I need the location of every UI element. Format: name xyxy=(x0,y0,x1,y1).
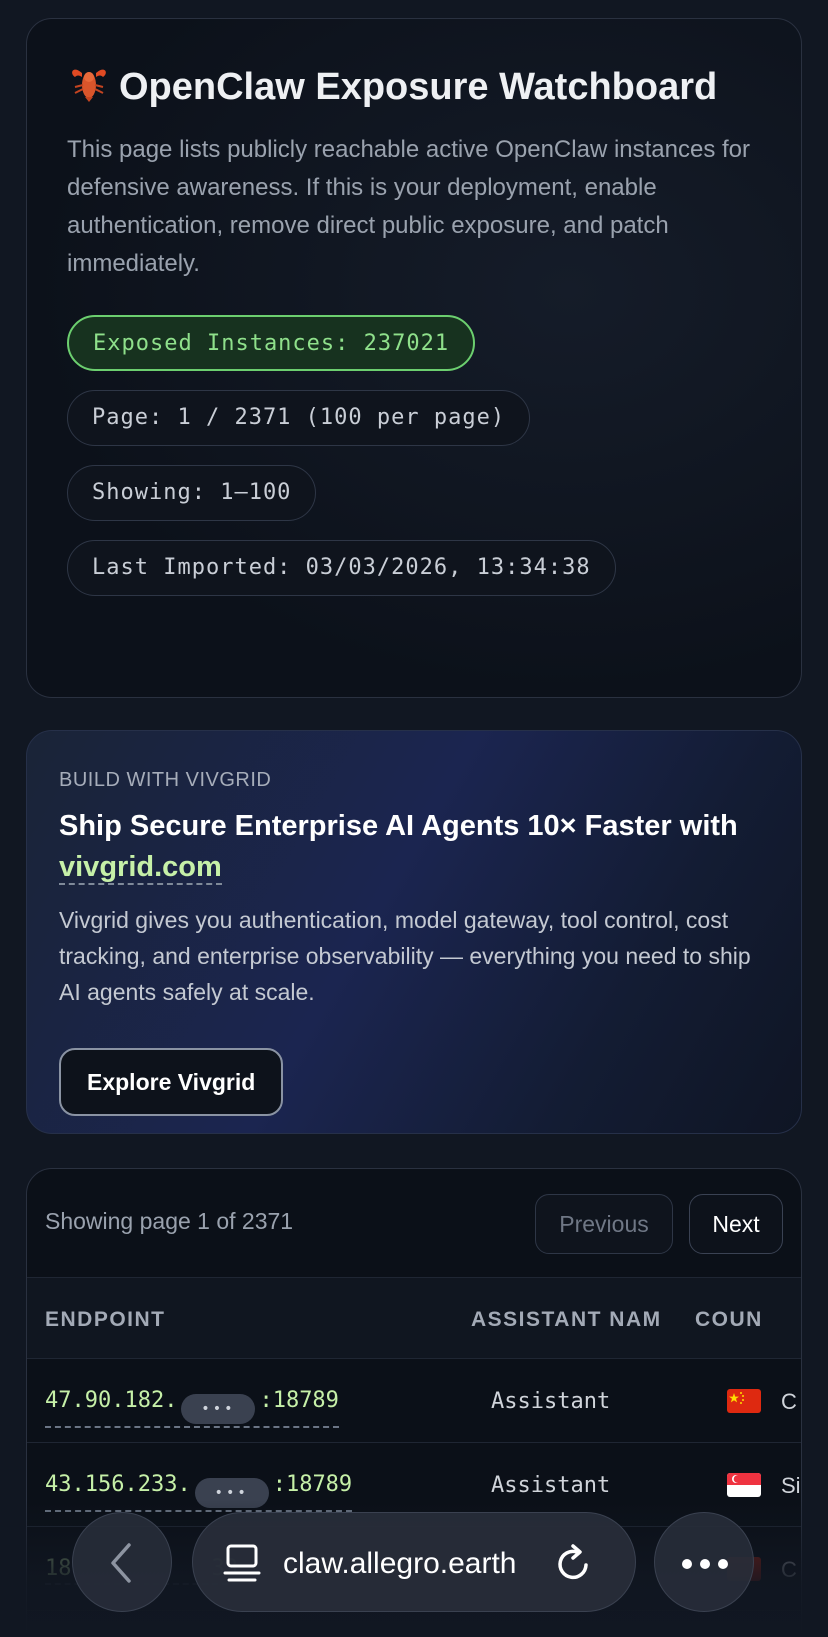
table-row: 47.90.182. •••:18789 Assistant C xyxy=(27,1359,801,1443)
assistant-name: Assistant xyxy=(491,1389,611,1414)
tabs-icon[interactable] xyxy=(223,1543,261,1588)
singapore-flag-icon xyxy=(727,1473,761,1497)
page-info-badge: Page: 1 / 2371 (100 per page) xyxy=(67,390,531,446)
table-showing-text: Showing page 1 of 2371 xyxy=(45,1208,294,1234)
page-title: OpenClaw Exposure Watchboard xyxy=(67,63,761,111)
url-text[interactable]: claw.allegro.earth xyxy=(283,1547,516,1581)
country-name: Si xyxy=(781,1473,801,1498)
last-imported-badge: Last Imported: 03/03/2026, 13:34:38 xyxy=(67,540,616,596)
vivgrid-promo-card: BUILD WITH VIVGRID Ship Secure Enterpris… xyxy=(26,730,802,1134)
country-name: C xyxy=(781,1389,797,1414)
reload-icon[interactable] xyxy=(553,1541,595,1590)
assistant-name: Assistant xyxy=(491,1473,611,1498)
chevron-left-icon xyxy=(107,1541,137,1590)
endpoint-port: :18789 xyxy=(272,1472,353,1497)
explore-vivgrid-button[interactable]: Explore Vivgrid xyxy=(59,1048,284,1116)
promo-eyebrow: BUILD WITH VIVGRID xyxy=(59,769,272,791)
endpoint-ip: 47.90.182. xyxy=(45,1388,178,1413)
endpoint-link[interactable]: 47.90.182. •••:18789 xyxy=(45,1388,339,1428)
more-dots-icon xyxy=(681,1557,729,1575)
previous-page-button[interactable]: Previous xyxy=(535,1194,673,1254)
exposed-instances-badge: Exposed Instances: 237021 xyxy=(67,315,476,371)
column-header-country[interactable]: COUN xyxy=(695,1308,763,1332)
next-page-button[interactable]: Next xyxy=(689,1194,783,1254)
showing-range-badge: Showing: 1–100 xyxy=(67,465,317,521)
back-button[interactable] xyxy=(72,1512,172,1612)
table-header: ENDPOINT ASSISTANT NAM COUN xyxy=(27,1277,801,1359)
china-flag-icon xyxy=(727,1389,761,1413)
table-toolbar: Showing page 1 of 2371 Previous Next xyxy=(27,1169,801,1277)
masked-octet: ••• xyxy=(181,1394,256,1424)
page-title-text: OpenClaw Exposure Watchboard xyxy=(119,66,718,108)
promo-title-text: Ship Secure Enterprise AI Agents 10× Fas… xyxy=(59,810,738,842)
endpoint-port: :18789 xyxy=(259,1388,339,1413)
endpoint-ip: 43.156.233. xyxy=(45,1472,191,1497)
lobster-icon xyxy=(67,63,111,103)
column-header-endpoint[interactable]: ENDPOINT xyxy=(45,1308,166,1332)
promo-title: Ship Secure Enterprise AI Agents 10× Fas… xyxy=(59,806,769,888)
watchboard-header-card: OpenClaw Exposure Watchboard This page l… xyxy=(26,18,802,698)
promo-description: Vivgrid gives you authentication, model … xyxy=(59,907,751,1005)
vivgrid-link[interactable]: vivgrid.com xyxy=(59,851,222,885)
column-header-assistant-name[interactable]: ASSISTANT NAM xyxy=(471,1308,662,1332)
more-menu-button[interactable] xyxy=(654,1512,754,1612)
address-bar[interactable]: claw.allegro.earth xyxy=(192,1512,636,1612)
intro-text: This page lists publicly reachable activ… xyxy=(67,136,751,277)
